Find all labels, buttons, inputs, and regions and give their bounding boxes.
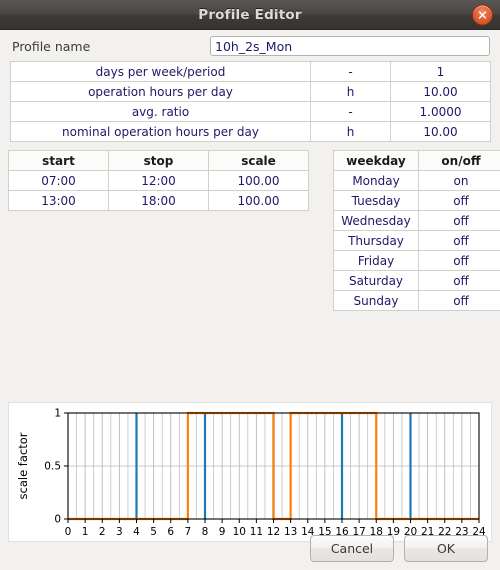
- cell-weekday: Thursday: [333, 230, 419, 251]
- column-header-start: start: [8, 150, 109, 171]
- cancel-button[interactable]: Cancel: [310, 535, 394, 562]
- param-unit: h: [310, 121, 391, 142]
- cell-onoff[interactable]: off: [418, 270, 500, 291]
- schedule-table-body: 07:00 12:00 100.00 13:00 18:00 100.00: [8, 170, 309, 211]
- param-name: days per week/period: [10, 61, 311, 82]
- param-name: nominal operation hours per day: [10, 121, 311, 142]
- column-header-scale: scale: [208, 150, 309, 171]
- param-value: 1.0000: [390, 101, 491, 122]
- table-row[interactable]: 07:00 12:00 100.00: [8, 170, 309, 191]
- y-axis-tick-label: 1: [54, 408, 61, 420]
- cell-weekday: Friday: [333, 250, 419, 271]
- profile-name-label: Profile name: [12, 38, 91, 54]
- scale-factor-chart: 0 1 2 3 4 5 6 7 8 9 10 11 12 13 14 15 16 17 18 19 20 21 22 23 24…: [8, 402, 492, 542]
- cell-start[interactable]: 07:00: [8, 170, 109, 191]
- column-header-stop: stop: [108, 150, 209, 171]
- profile-name-row: Profile name: [0, 30, 500, 61]
- cell-scale[interactable]: 100.00: [208, 190, 309, 211]
- param-name: avg. ratio: [10, 101, 311, 122]
- schedule-table-head: start stop scale: [8, 150, 309, 171]
- profile-editor-window: Profile Editor Profile name days per wee…: [0, 0, 500, 570]
- table-row[interactable]: Tuesday off: [333, 190, 500, 211]
- cell-scale[interactable]: 100.00: [208, 170, 309, 191]
- param-value: 10.00: [390, 121, 491, 142]
- column-header-onoff: on/off: [418, 150, 500, 171]
- scale-factor-chart-svg: 0 1 2 3 4 5 6 7 8 9 10 11 12 13 14 15 16 17 18 19 20 21 22 23 24…: [16, 408, 486, 538]
- parameters-table-body: days per week/period - 1 operation hours…: [10, 61, 491, 142]
- cell-weekday: Wednesday: [333, 210, 419, 231]
- table-row: operation hours per day h 10.00: [10, 81, 491, 102]
- tables-row: start stop scale 07:00 12:00 100.00 13:0…: [0, 142, 500, 311]
- cell-onoff[interactable]: on: [418, 170, 500, 191]
- param-unit: h: [310, 81, 391, 102]
- cell-onoff[interactable]: off: [418, 210, 500, 231]
- parameters-section: days per week/period - 1 operation hours…: [0, 61, 500, 142]
- cell-weekday: Saturday: [333, 270, 419, 291]
- param-value: 1: [390, 61, 491, 82]
- cell-onoff[interactable]: off: [418, 290, 500, 311]
- weekday-table-head: weekday on/off: [333, 150, 500, 171]
- cell-weekday: Monday: [333, 170, 419, 191]
- close-icon[interactable]: [472, 4, 493, 25]
- cell-stop[interactable]: 18:00: [108, 190, 209, 211]
- cell-onoff[interactable]: off: [418, 230, 500, 251]
- table-row[interactable]: Friday off: [333, 250, 500, 271]
- table-row[interactable]: 13:00 18:00 100.00: [8, 190, 309, 211]
- table-header-row: weekday on/off: [333, 150, 500, 171]
- table-row[interactable]: Sunday off: [333, 290, 500, 311]
- weekday-table-body: Monday on Tuesday off Wednesday off Thur…: [333, 170, 500, 311]
- table-row[interactable]: Wednesday off: [333, 210, 500, 231]
- column-header-weekday: weekday: [333, 150, 419, 171]
- schedule-table: start stop scale 07:00 12:00 100.00 13:0…: [8, 150, 309, 211]
- y-axis-tick-label: 0: [54, 514, 61, 526]
- y-axis-label: scale factor: [16, 432, 30, 499]
- weekday-table: weekday on/off Monday on Tuesday off Wed…: [333, 150, 500, 311]
- table-row[interactable]: Thursday off: [333, 230, 500, 251]
- profile-name-input[interactable]: [210, 36, 490, 56]
- title-bar: Profile Editor: [0, 0, 500, 30]
- param-unit: -: [310, 101, 391, 122]
- dialog-button-row: Cancel OK: [0, 535, 500, 562]
- cell-onoff[interactable]: off: [418, 250, 500, 271]
- param-value: 10.00: [390, 81, 491, 102]
- cell-onoff[interactable]: off: [418, 190, 500, 211]
- param-name: operation hours per day: [10, 81, 311, 102]
- cell-stop[interactable]: 12:00: [108, 170, 209, 191]
- dialog-body: Profile name days per week/period - 1 op…: [0, 30, 500, 570]
- table-row: nominal operation hours per day h 10.00: [10, 121, 491, 142]
- table-row: avg. ratio - 1.0000: [10, 101, 491, 122]
- param-unit: -: [310, 61, 391, 82]
- table-row[interactable]: Monday on: [333, 170, 500, 191]
- table-row: days per week/period - 1: [10, 61, 491, 82]
- cell-start[interactable]: 13:00: [8, 190, 109, 211]
- window-title: Profile Editor: [198, 6, 302, 23]
- y-axis-tick-label: 0.5: [44, 461, 61, 473]
- parameters-table: days per week/period - 1 operation hours…: [10, 61, 491, 142]
- cell-weekday: Sunday: [333, 290, 419, 311]
- ok-button[interactable]: OK: [404, 535, 488, 562]
- table-row[interactable]: Saturday off: [333, 270, 500, 291]
- table-header-row: start stop scale: [8, 150, 309, 171]
- cell-weekday: Tuesday: [333, 190, 419, 211]
